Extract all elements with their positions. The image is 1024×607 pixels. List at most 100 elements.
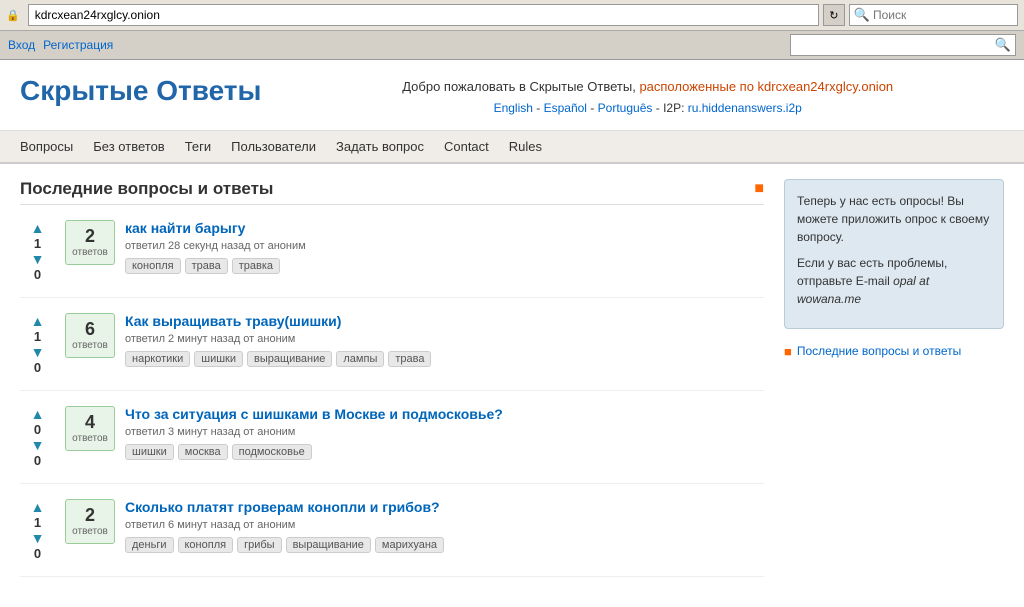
question-body-3: Что за ситуация с шишками в Москве и под… <box>125 406 764 460</box>
nav-link-login[interactable]: Вход <box>8 38 35 52</box>
vote-count-up-2: 1 <box>34 329 41 344</box>
vote-down-4[interactable]: ▼ <box>31 530 45 546</box>
lang-spanish[interactable]: Español <box>544 101 587 115</box>
tag[interactable]: конопля <box>125 258 181 274</box>
question-title-3[interactable]: Что за ситуация с шишками в Москве и под… <box>125 406 764 422</box>
reload-button[interactable]: ↻ <box>823 4 845 26</box>
tag[interactable]: травка <box>232 258 280 274</box>
lock-icon: 🔒 <box>6 9 20 22</box>
address-bar[interactable] <box>28 4 819 26</box>
question-tags-2: наркотики шишки выращивание лампы трава <box>125 351 764 367</box>
section-header: Последние вопросы и ответы ■ <box>20 179 764 205</box>
vote-down-2[interactable]: ▼ <box>31 344 45 360</box>
browser-search-input[interactable] <box>873 8 1013 22</box>
answer-number-1: 2 <box>85 226 95 247</box>
question-body-4: Сколько платят гроверам конопли и грибов… <box>125 499 764 553</box>
answer-box-2: 6 ответов <box>65 313 115 358</box>
vote-count-up-1: 1 <box>34 236 41 251</box>
tagline-start: Добро пожаловать в Скрытые Ответы, <box>402 79 636 94</box>
answer-number-4: 2 <box>85 505 95 526</box>
question-item: ▲ 1 ▼ 0 2 ответов Сколько платят гровера… <box>20 499 764 577</box>
lang-i2p-link[interactable]: ru.hiddenanswers.i2p <box>688 101 802 115</box>
vote-count-up-3: 0 <box>34 422 41 437</box>
vote-count-up-4: 1 <box>34 515 41 530</box>
answer-label-2: ответов <box>72 340 108 351</box>
vote-up-2[interactable]: ▲ <box>31 313 45 329</box>
tag[interactable]: москва <box>178 444 228 460</box>
nav-search-input[interactable] <box>795 38 995 52</box>
tag[interactable]: подмосковье <box>232 444 312 460</box>
lang-links: English - Español - Português - I2P: ru.… <box>291 98 1004 120</box>
tag[interactable]: трава <box>388 351 431 367</box>
nav-unanswered[interactable]: Без ответов <box>93 139 164 154</box>
question-meta-3: ответил 3 минут назад от аноним <box>125 426 764 438</box>
lang-i2p-label: I2P: <box>663 101 688 115</box>
lang-portuguese[interactable]: Português <box>598 101 653 115</box>
vote-count-down-1: 0 <box>34 267 41 282</box>
nav-tags[interactable]: Теги <box>185 139 211 154</box>
question-meta-2: ответил 2 минут назад от аноним <box>125 333 764 345</box>
answer-box-1: 2 ответов <box>65 220 115 265</box>
tag[interactable]: наркотики <box>125 351 190 367</box>
question-tags-4: деньги конопля грибы выращивание марихуа… <box>125 537 764 553</box>
sidebar-rss-label: Последние вопросы и ответы <box>797 344 961 358</box>
answer-number-2: 6 <box>85 319 95 340</box>
main-layout: Последние вопросы и ответы ■ ▲ 1 ▼ 0 2 о… <box>0 164 1024 607</box>
tag[interactable]: шишки <box>125 444 174 460</box>
tag[interactable]: грибы <box>237 537 281 553</box>
nav-link-register[interactable]: Регистрация <box>43 38 113 52</box>
answer-label-1: ответов <box>72 247 108 258</box>
lang-sep-2: - <box>590 101 597 115</box>
question-meta-1: ответил 28 секунд назад от аноним <box>125 240 764 252</box>
tag[interactable]: конопля <box>178 537 234 553</box>
nav-users[interactable]: Пользователи <box>231 139 316 154</box>
tag[interactable]: марихуана <box>375 537 444 553</box>
main-content: Последние вопросы и ответы ■ ▲ 1 ▼ 0 2 о… <box>20 179 764 592</box>
nav-contact[interactable]: Contact <box>444 139 489 154</box>
question-title-4[interactable]: Сколько платят гроверам конопли и грибов… <box>125 499 764 515</box>
site-logo: Скрытые Ответы <box>20 75 261 107</box>
vote-box-3: ▲ 0 ▼ 0 <box>20 406 55 468</box>
answer-box-4: 2 ответов <box>65 499 115 544</box>
search-icon-chrome: 🔍 <box>854 7 870 23</box>
vote-up-4[interactable]: ▲ <box>31 499 45 515</box>
tag[interactable]: трава <box>185 258 228 274</box>
tag[interactable]: лампы <box>336 351 384 367</box>
tag[interactable]: выращивание <box>286 537 371 553</box>
vote-down-1[interactable]: ▼ <box>31 251 45 267</box>
sidebar-notice-box: Теперь у нас есть опросы! Вы можете прил… <box>784 179 1004 329</box>
rss-icon[interactable]: ■ <box>754 180 764 198</box>
question-body-2: Как выращивать траву(шишки) ответил 2 ми… <box>125 313 764 367</box>
tag[interactable]: деньги <box>125 537 174 553</box>
site-header: Скрытые Ответы Добро пожаловать в Скрыты… <box>0 60 1024 131</box>
tag[interactable]: шишки <box>194 351 243 367</box>
question-title-1[interactable]: как найти барыгу <box>125 220 764 236</box>
nav-rules[interactable]: Rules <box>509 139 542 154</box>
browser-search-box: 🔍 <box>849 4 1018 26</box>
answer-label-3: ответов <box>72 433 108 444</box>
lang-english[interactable]: English <box>494 101 533 115</box>
vote-down-3[interactable]: ▼ <box>31 437 45 453</box>
sidebar: Теперь у нас есть опросы! Вы можете прил… <box>784 179 1004 592</box>
question-title-2[interactable]: Как выращивать траву(шишки) <box>125 313 764 329</box>
tagline-url: расположенные по kdrcxean24rxglcy.onion <box>639 79 893 94</box>
sidebar-rss-link[interactable]: ■ Последние вопросы и ответы <box>784 344 1004 359</box>
nav-questions[interactable]: Вопросы <box>20 139 73 154</box>
page-content: Скрытые Ответы Добро пожаловать в Скрыты… <box>0 60 1024 607</box>
question-item: ▲ 1 ▼ 0 6 ответов Как выращивать траву(ш… <box>20 313 764 391</box>
answer-label-4: ответов <box>72 526 108 537</box>
vote-up-1[interactable]: ▲ <box>31 220 45 236</box>
vote-count-down-2: 0 <box>34 360 41 375</box>
nav-search-button[interactable]: 🔍 <box>995 37 1011 53</box>
nav-ask[interactable]: Задать вопрос <box>336 139 424 154</box>
top-navigation: Вопросы Без ответов Теги Пользователи За… <box>0 131 1024 164</box>
vote-count-down-4: 0 <box>34 546 41 561</box>
question-meta-4: ответил 6 минут назад от аноним <box>125 519 764 531</box>
rss-small-icon: ■ <box>784 344 792 359</box>
tag[interactable]: выращивание <box>247 351 332 367</box>
question-item: ▲ 0 ▼ 0 4 ответов Что за ситуация с шишк… <box>20 406 764 484</box>
vote-up-3[interactable]: ▲ <box>31 406 45 422</box>
sidebar-notice-text1: Теперь у нас есть опросы! Вы можете прил… <box>797 192 991 246</box>
vote-count-down-3: 0 <box>34 453 41 468</box>
sidebar-notice-text2: Если у вас есть проблемы, отправьте E-ma… <box>797 254 991 308</box>
